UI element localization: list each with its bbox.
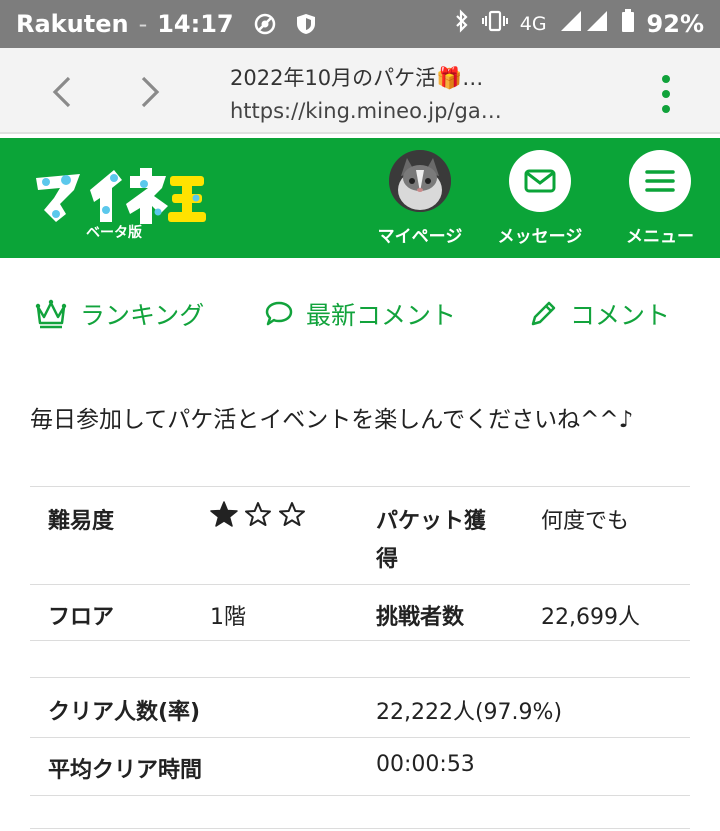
crown-icon <box>35 299 67 329</box>
intro-text: 毎日参加してパケ活とイベントを楽しんでくださいね^^♪ <box>30 407 634 433</box>
mypage-label: マイページ <box>377 227 463 247</box>
ranking-label: ランキング <box>80 301 205 330</box>
difficulty-stars <box>210 501 306 527</box>
comment-link[interactable]: コメント <box>528 296 670 332</box>
carrier-separator: - <box>138 10 148 38</box>
carrier-name: Rakuten <box>16 10 129 38</box>
signal-icon <box>559 10 609 38</box>
divider <box>30 828 690 829</box>
mail-icon <box>509 150 571 212</box>
latest-comments-label: 最新コメント <box>306 301 457 330</box>
clear-count-label: クリア人数(率) <box>48 700 201 725</box>
comment-label: コメント <box>570 301 671 330</box>
back-arrow-icon <box>52 76 71 108</box>
forward-arrow-icon <box>141 76 160 108</box>
battery-icon <box>621 9 635 39</box>
mypage-button[interactable]: マイページ <box>365 150 475 247</box>
menu-button[interactable]: メニュー <box>605 150 715 247</box>
star-icon <box>210 501 238 527</box>
hamburger-icon <box>629 150 691 212</box>
url-bar[interactable]: https://king.mineo.jp/ga… <box>230 99 502 123</box>
avatar <box>389 150 451 212</box>
battery-percent: 92% <box>646 10 704 38</box>
floor-label: フロア <box>48 605 115 630</box>
difficulty-label: 難易度 <box>48 509 115 534</box>
site-header: ベータ版 マイページ メッセージ メニュー <box>0 138 720 258</box>
message-label: メッセージ <box>497 227 583 247</box>
menu-label: メニュー <box>626 227 694 247</box>
clear-count-value: 22,222人(97.9%) <box>376 700 563 725</box>
avg-time-value: 00:00:53 <box>376 752 475 777</box>
kebab-menu-icon[interactable] <box>656 72 676 116</box>
status-bar: Rakuten - 14:17 4G 92% <box>0 0 720 48</box>
packet-label-line1: パケット獲 <box>376 509 487 534</box>
back-button[interactable] <box>42 70 82 114</box>
message-button[interactable]: メッセージ <box>485 150 595 247</box>
latest-comments-link[interactable]: 最新コメント <box>264 296 456 332</box>
clear-stats-table: クリア人数(率) 22,222人(97.9%) 平均クリア時間 00:00:53 <box>30 677 690 796</box>
challengers-value: 22,699人 <box>541 605 640 630</box>
table-row: 平均クリア時間 00:00:53 <box>30 738 690 796</box>
packet-value: 何度でも <box>541 509 630 534</box>
floor-value: 1階 <box>210 605 246 630</box>
network-type: 4G <box>519 13 547 35</box>
event-info-table: 難易度 パケット獲 得 何度でも フロア 1階 挑戦者数 22,699人 <box>30 486 690 641</box>
forward-button[interactable] <box>130 70 170 114</box>
no-sim-icon <box>254 13 276 35</box>
speech-bubble-icon <box>265 301 293 326</box>
vibrate-icon <box>481 10 508 38</box>
pencil-icon <box>531 301 556 326</box>
avg-time-label: 平均クリア時間 <box>48 758 203 783</box>
table-row: 難易度 パケット獲 得 何度でも <box>30 487 690 585</box>
table-row: フロア 1階 挑戦者数 22,699人 <box>30 585 690 641</box>
star-icon <box>279 502 305 526</box>
bluetooth-icon <box>454 9 470 39</box>
challengers-label: 挑戦者数 <box>376 605 465 630</box>
beta-label: ベータ版 <box>86 225 142 241</box>
clock: 14:17 <box>157 10 234 38</box>
packet-label-line2: 得 <box>376 547 399 572</box>
page-title[interactable]: 2022年10月のパケ活🎁… <box>230 62 483 92</box>
shield-icon <box>296 13 316 35</box>
browser-toolbar: 2022年10月のパケ活🎁… https://king.mineo.jp/ga… <box>0 48 720 134</box>
sub-nav: ランキング 最新コメント コメント <box>0 258 720 368</box>
table-row: クリア人数(率) 22,222人(97.9%) <box>30 678 690 738</box>
star-icon <box>245 502 271 526</box>
ranking-link[interactable]: ランキング <box>34 296 204 332</box>
